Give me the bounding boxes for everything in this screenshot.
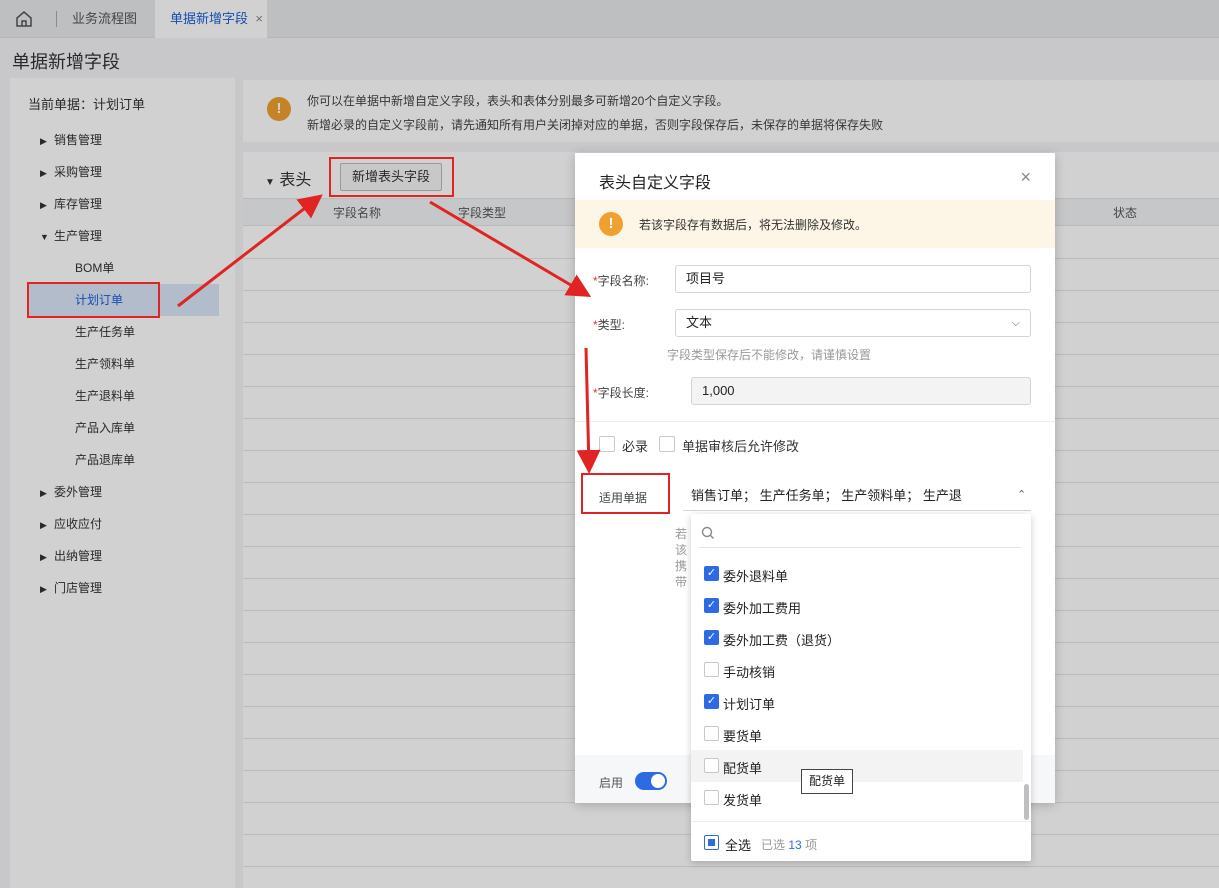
annotation-arrow bbox=[177, 194, 323, 308]
annotation-arrows bbox=[177, 194, 601, 474]
annotation-arrow bbox=[576, 347, 601, 474]
annotation-arrow bbox=[429, 200, 592, 298]
